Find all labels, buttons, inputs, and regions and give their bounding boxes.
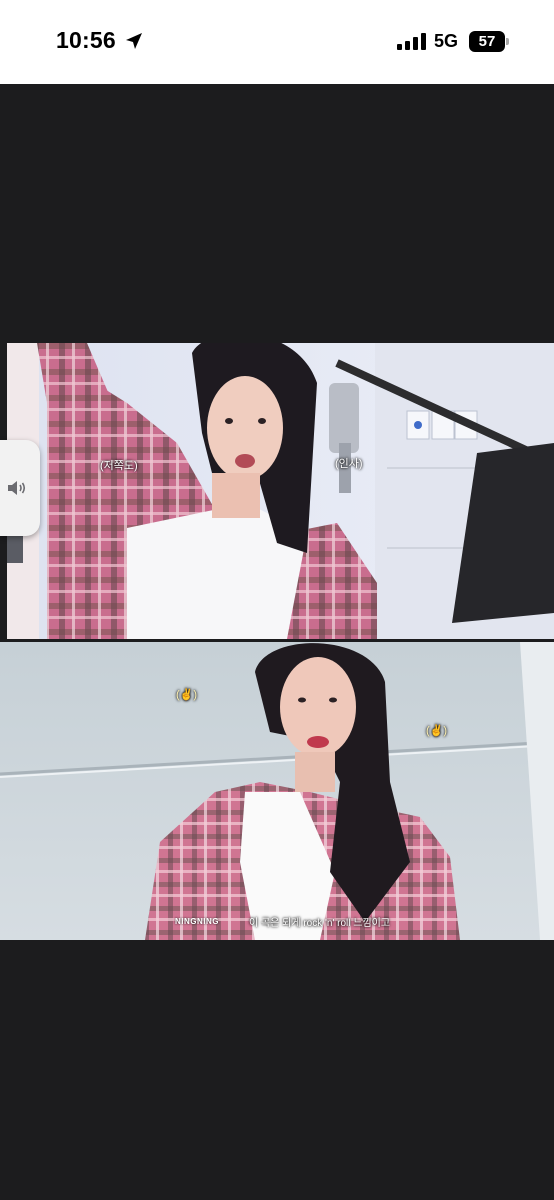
location-arrow-icon — [126, 33, 142, 49]
subtitle-text: 이 곡은 되게 rock 'n' roll 느낌이고 — [249, 918, 391, 929]
network-type-label: 5G — [434, 31, 459, 51]
video-frame-bottom: (✌) (✌) NINGNING 이 곡은 되게 rock 'n' roll 느… — [0, 642, 554, 940]
image-viewer[interactable]: (저쪽도) (인사) (✌) (✌) NINGNING 이 곡은 되게 rock… — [0, 84, 554, 1200]
battery-icon: 57 — [469, 31, 509, 52]
emoji-caption-right: (✌) — [426, 725, 448, 737]
phone-screen: 10:56 5G 57 (저쪽도) (인사) (✌) (✌) NINGNING … — [0, 0, 554, 1200]
cellular-signal-icon — [397, 33, 426, 50]
battery-level-text: 57 — [478, 33, 496, 50]
recording-studio-photo — [7, 343, 554, 639]
video-frame-top: (저쪽도) (인사) — [7, 343, 554, 639]
emoji-caption-left: (✌) — [176, 689, 198, 701]
speaker-volume-icon — [8, 481, 26, 495]
subtitle-speaker-tag: NINGNING — [175, 917, 219, 926]
status-bar: 10:56 5G 57 — [0, 0, 554, 84]
volume-indicator — [0, 440, 40, 536]
battery-cap — [506, 38, 509, 45]
caption-right: (인사) — [335, 458, 363, 470]
hallway-photo — [0, 642, 554, 940]
caption-left: (저쪽도) — [100, 460, 138, 472]
status-time: 10:56 — [56, 27, 116, 53]
